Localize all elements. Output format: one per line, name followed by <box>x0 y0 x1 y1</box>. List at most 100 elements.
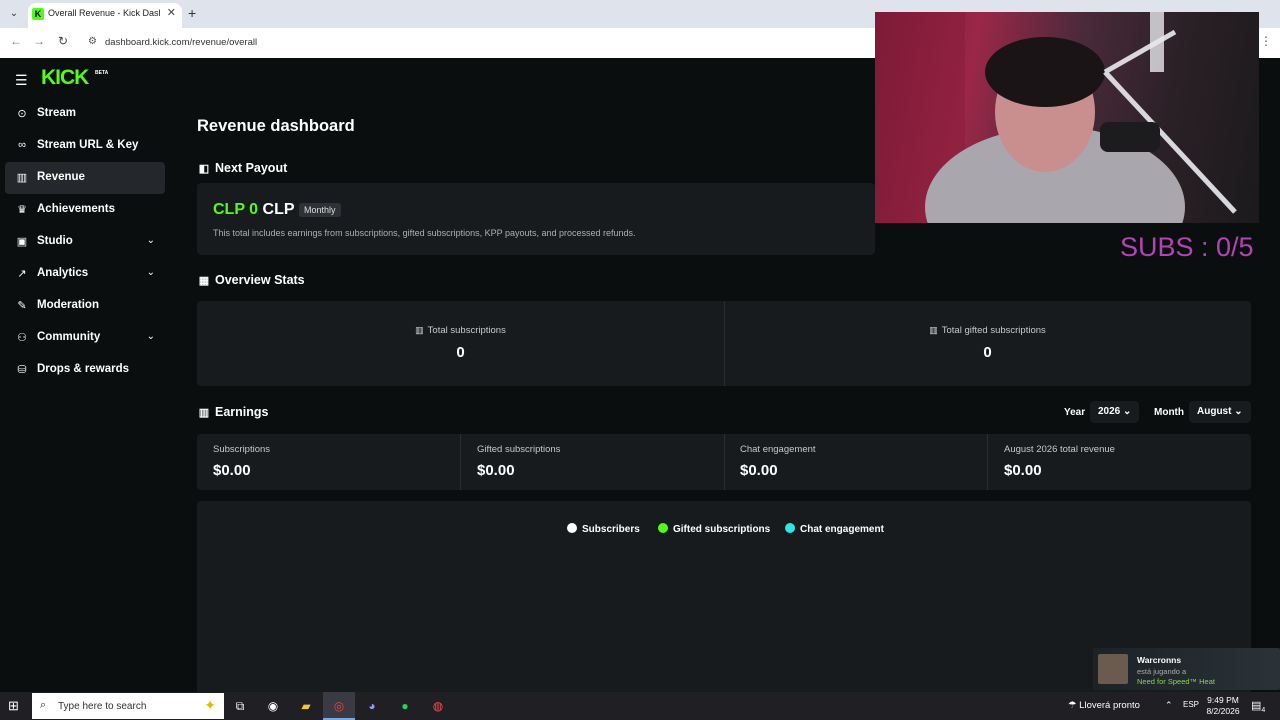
trophy-icon: ♛ <box>17 204 27 216</box>
earnings-label: August 2026 total revenue <box>1004 444 1115 455</box>
stat-label: Total subscriptions <box>427 325 506 336</box>
sidebar-item-drops-rewards[interactable]: ⛁ Drops & rewards <box>5 354 165 386</box>
earnings-value: $0.00 <box>477 462 515 479</box>
legend-item-subscribers[interactable]: Subscribers <box>567 523 640 535</box>
discord-icon[interactable]: ◕ <box>356 692 388 720</box>
site-info-icon[interactable]: ⚙ <box>88 36 97 47</box>
back-icon[interactable]: ← <box>8 34 24 48</box>
bar-chart-icon: ▥ <box>929 325 938 335</box>
sidebar-item-revenue[interactable]: ▥ Revenue <box>5 162 165 194</box>
payout-frequency-badge: Monthly <box>299 203 341 217</box>
taskbar-clock[interactable]: 9:49 PM 8/2/2026 <box>1203 695 1243 717</box>
browser-tab[interactable]: K Overall Revenue - Kick Dashbo ✕ <box>28 3 182 28</box>
sidebar-item-achievements[interactable]: ♛ Achievements <box>5 194 165 226</box>
analytics-icon: ↗ <box>17 268 27 280</box>
chevron-down-icon: ⌄ <box>146 331 155 342</box>
kick-logo[interactable]: KICK <box>41 66 89 90</box>
task-view-icon[interactable]: ⧉ <box>224 692 256 720</box>
tab-search-icon[interactable]: ⌄ <box>6 6 22 22</box>
year-label: Year <box>1064 407 1086 418</box>
sidebar-item-stream-url-key[interactable]: ∞ Stream URL & Key <box>5 130 165 162</box>
search-placeholder: Type here to search <box>58 701 147 712</box>
sidebar-item-label: Studio <box>37 235 73 247</box>
stat-label-row: ▥ Total subscriptions <box>197 325 724 336</box>
stats-icon: ▦ <box>198 275 210 287</box>
legend-item-gifted-subscriptions[interactable]: Gifted subscriptions <box>658 523 770 535</box>
subs-counter-overlay: SUBS : 0/5 <box>1120 232 1254 262</box>
avatar <box>1098 654 1128 684</box>
sidebar-item-label: Community <box>37 331 101 343</box>
beta-badge: BETA <box>95 70 109 76</box>
year-value: 2026 <box>1098 406 1121 417</box>
tab-close-icon[interactable]: ✕ <box>167 6 176 19</box>
earnings-heading-text: Earnings <box>215 405 269 419</box>
bar-chart-icon: ▥ <box>16 172 28 184</box>
clock-time: 9:49 PM <box>1207 695 1239 705</box>
wallet-icon: ◧ <box>198 163 210 175</box>
notification-count: 4 <box>1261 707 1266 715</box>
webcam-overlay <box>875 12 1259 223</box>
sidebar-item-analytics[interactable]: ↗ Analytics ⌄ <box>5 258 165 290</box>
wrench-icon: ✎ <box>17 300 27 312</box>
month-label: Month <box>1154 407 1184 418</box>
payout-amount-value: CLP 0 <box>213 201 259 218</box>
sidebar-item-stream[interactable]: ⊙ Stream <box>5 98 165 130</box>
taskbar: ⊞ ⌕ Type here to search ✦ ⧉ ◉ ▰ ◎ ◕ ● ◍ … <box>0 692 1280 720</box>
sidebar-item-label: Stream URL & Key <box>37 139 139 151</box>
broadcast-icon: ⊙ <box>17 108 27 120</box>
studio-icon: ▣ <box>16 236 28 248</box>
weather-text: Lloverá pronto <box>1079 700 1140 711</box>
spotify-icon[interactable]: ● <box>389 692 421 720</box>
windows-start-icon[interactable]: ⊞ <box>8 698 19 714</box>
notification-game: Need for Speed™ Heat <box>1137 677 1215 686</box>
earnings-label: Subscriptions <box>213 444 271 455</box>
game-activity-notification[interactable]: Warcronns está jugando a Need for Speed™… <box>1093 648 1280 690</box>
notification-center-icon[interactable]: ▤4 <box>1251 699 1265 714</box>
earnings-cell-total-revenue: August 2026 total revenue $0.00 <box>988 434 1251 490</box>
sidebar-item-label: Stream <box>37 107 76 119</box>
earnings-summary-card: Subscriptions $0.00 Gifted subscriptions… <box>197 434 1251 490</box>
reload-icon[interactable]: ↻ <box>55 34 71 48</box>
obs-icon[interactable]: ◍ <box>422 692 454 720</box>
url-text: dashboard.kick.com/revenue/overall <box>105 37 258 48</box>
weather-widget[interactable]: ☂ Lloverá pronto <box>1068 700 1140 711</box>
file-explorer-icon[interactable]: ▰ <box>290 692 322 720</box>
language-indicator[interactable]: ESP <box>1183 700 1199 709</box>
kick-favicon-icon: K <box>32 8 44 20</box>
earnings-label: Gifted subscriptions <box>477 444 561 455</box>
drops-icon: ⛁ <box>17 364 27 376</box>
legend-item-chat-engagement[interactable]: Chat engagement <box>785 523 884 535</box>
sidebar-item-label: Revenue <box>37 171 85 183</box>
month-select[interactable]: August ⌄ <box>1189 401 1251 423</box>
url-field[interactable]: ⚙ dashboard.kick.com/revenue/overall <box>82 32 872 54</box>
chrome-icon[interactable]: ◎ <box>323 692 355 720</box>
sidebar-item-community[interactable]: ⚇ Community ⌄ <box>5 322 165 354</box>
year-select[interactable]: 2026 ⌄ <box>1090 401 1140 423</box>
sidebar-item-label: Moderation <box>37 299 99 311</box>
stat-value: 0 <box>456 344 465 361</box>
overview-stats-heading: ▦ Overview Stats <box>197 273 305 287</box>
new-tab-icon[interactable]: + <box>188 5 196 21</box>
chevron-up-icon[interactable]: ⌃ <box>1165 700 1173 711</box>
bar-chart-icon: ▥ <box>415 325 424 335</box>
rain-cloud-icon: ☂ <box>1068 700 1077 711</box>
community-icon: ⚇ <box>17 332 27 344</box>
sidebar-item-studio[interactable]: ▣ Studio ⌄ <box>5 226 165 258</box>
taskbar-search[interactable]: ⌕ Type here to search ✦ <box>32 693 224 719</box>
steam-icon[interactable]: ◉ <box>257 692 289 720</box>
hamburger-menu-icon[interactable]: ☰ <box>15 72 28 89</box>
stat-label-row: ▥ Total gifted subscriptions <box>724 325 1251 336</box>
tab-title: Overall Revenue - Kick Dashbo <box>48 8 160 18</box>
earnings-value: $0.00 <box>1004 462 1042 479</box>
browser-menu-icon[interactable]: ⋮ <box>1260 34 1272 48</box>
clock-date: 8/2/2026 <box>1206 706 1240 716</box>
forward-icon[interactable]: → <box>31 34 47 48</box>
earnings-cell-gifted-subscriptions: Gifted subscriptions $0.00 <box>461 434 724 490</box>
bar-chart-icon: ▥ <box>198 407 210 419</box>
legend-dot <box>567 523 577 533</box>
overview-stats-card: ▥ Total subscriptions 0 ▥ Total gifted sub… <box>197 301 1251 386</box>
earnings-heading: ▥ Earnings <box>197 405 269 419</box>
link-icon: ∞ <box>18 139 26 151</box>
sidebar-item-label: Drops & rewards <box>37 363 130 375</box>
sidebar-item-moderation[interactable]: ✎ Moderation <box>5 290 165 322</box>
